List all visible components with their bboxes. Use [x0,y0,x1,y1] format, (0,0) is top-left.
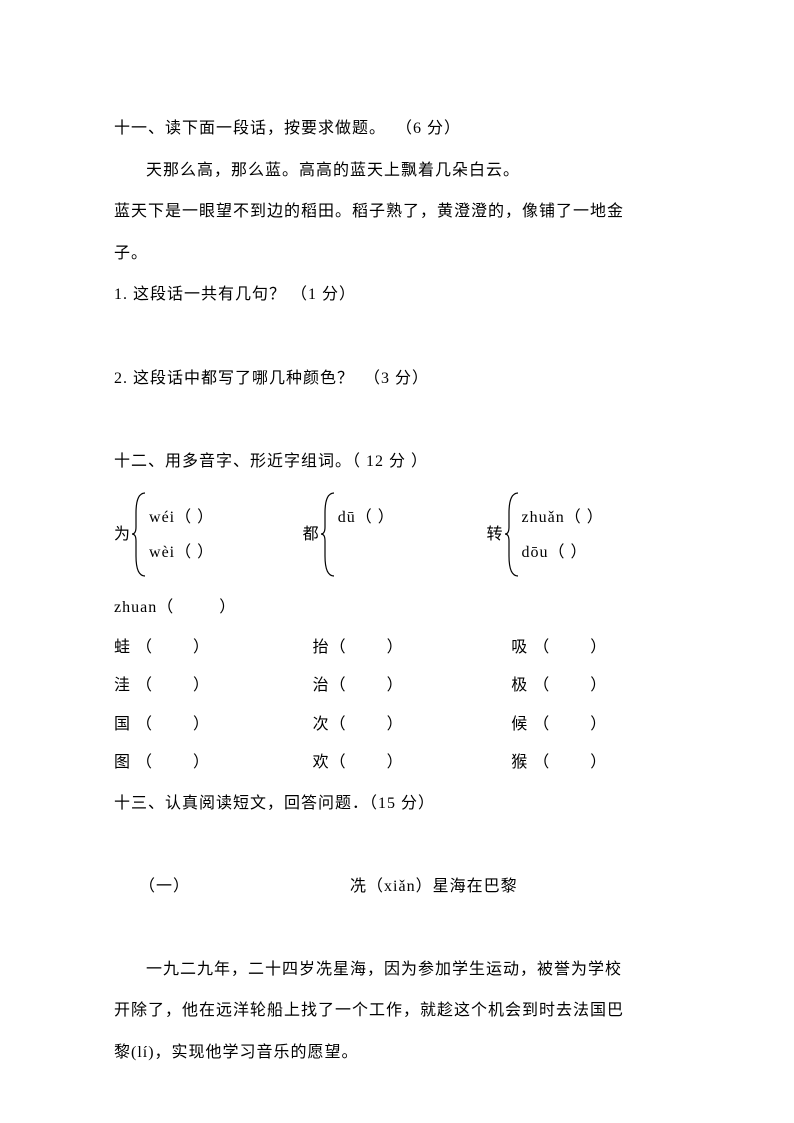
cell: 蛙 （ ） [114,629,313,667]
page-content: 十一、读下面一段话，按要求做题。 （6 分） 天那么高，那么蓝。高高的蓝天上飘着… [0,0,794,1074]
similar-row: 国 （ ） 次（ ） 候 （ ） [114,706,680,744]
cell: 洼 （ ） [114,667,313,705]
cell: 次（ ） [313,706,512,744]
section-13-heading: 十三、认真阅读短文，回答问题．（15 分） [114,783,680,825]
cell: 欢（ ） [313,744,512,782]
bracket-icon [131,487,149,582]
similar-row: 图 （ ） 欢（ ） 猴 （ ） [114,744,680,782]
subtitle-prefix: （一） [134,878,190,895]
cell: 极 （ ） [511,667,680,705]
poly-readings-dou: dū（ ） [338,500,395,570]
section-11-q2: 2. 这段话中都写了哪几种颜色？ （3 分） [114,358,680,400]
poly-char-zhuan: 转 [487,514,504,556]
spacer [114,316,680,358]
section-13-p1b: 开除了，他在远洋轮船上找了一个工作，就趁这个机会到时去法国巴 [114,990,680,1032]
cell: 治（ ） [313,667,512,705]
section-12-heading: 十二、用多音字、形近字组词。（ 12 分 ） [114,441,680,483]
cell: 猴 （ ） [511,744,680,782]
subtitle-text: 冼（xiǎn）星海在巴黎 [350,878,518,895]
reading-top: zhuǎn（ ） [522,500,604,535]
poly-readings-zhuan: zhuǎn（ ） dōu（ ） [522,500,604,570]
zhuan-extra: zhuan（ ） [114,587,680,629]
reading-top: dū（ ） [338,500,395,535]
poly-readings-wei: wéi（ ） wèi（ ） [149,500,214,570]
similar-row: 蛙 （ ） 抬（ ） 吸 （ ） [114,629,680,667]
section-11-heading: 十一、读下面一段话，按要求做题。 （6 分） [114,108,680,150]
reading-top: wéi（ ） [149,500,214,535]
poly-char-dou: 都 [303,514,320,556]
similar-chars-block: 蛙 （ ） 抬（ ） 吸 （ ） 洼 （ ） 治（ ） 极 （ ） 国 （ ） … [114,629,680,783]
polyphone-row: 为 wéi（ ） wèi（ ） 都 dū（ ） 转 [114,482,680,587]
cell: 吸 （ ） [511,629,680,667]
reading-bottom [338,535,395,570]
poly-char-wei: 为 [114,514,131,556]
section-11-q1: 1. 这段话一共有几句？ （1 分） [114,274,680,316]
cell: 图 （ ） [114,744,313,782]
cell: 国 （ ） [114,706,313,744]
section-11-para2b: 子。 [114,233,680,275]
cell: 候 （ ） [511,706,680,744]
bracket-icon [504,487,522,582]
section-11-para2a: 蓝天下是一眼望不到边的稻田。稻子熟了，黄澄澄的，像铺了一地金 [114,191,680,233]
similar-row: 洼 （ ） 治（ ） 极 （ ） [114,667,680,705]
section-13-p1c: 黎(lí)，实现他学习音乐的愿望。 [114,1032,680,1074]
reading-bottom: wèi（ ） [149,535,214,570]
bracket-icon [320,487,338,582]
cell: 抬（ ） [313,629,512,667]
reading-bottom: dōu（ ） [522,535,604,570]
section-13-p1a: 一九二九年，二十四岁冼星海，因为参加学生运动，被誉为学校 [114,949,680,991]
section-11-para1: 天那么高，那么蓝。高高的蓝天上飘着几朵白云。 [114,150,680,192]
spacer [114,399,680,441]
section-13-subtitle: （一） 冼（xiǎn）星海在巴黎 [114,824,680,949]
